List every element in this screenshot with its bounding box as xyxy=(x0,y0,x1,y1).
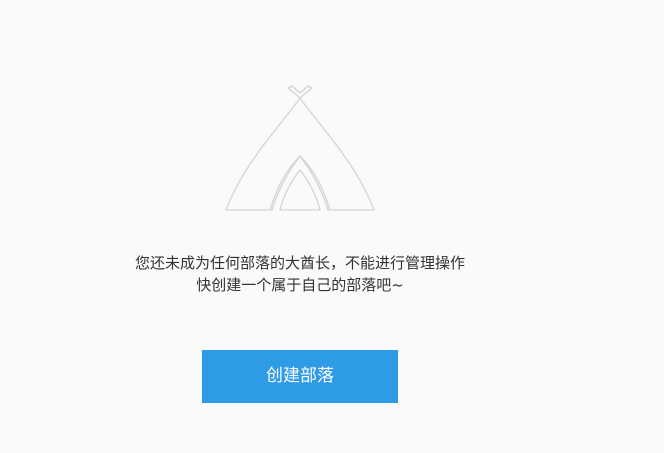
create-tribe-button[interactable]: 创建部落 xyxy=(202,350,398,403)
tent-icon xyxy=(225,85,375,211)
message-line-1: 您还未成为任何部落的大酋长，不能进行管理操作 xyxy=(134,254,465,272)
message-line-2: 快创建一个属于自己的部落吧~ xyxy=(196,276,404,294)
empty-state-message: 您还未成为任何部落的大酋长，不能进行管理操作 快创建一个属于自己的部落吧~ xyxy=(80,252,520,296)
empty-state-panel: 您还未成为任何部落的大酋长，不能进行管理操作 快创建一个属于自己的部落吧~ 创建… xyxy=(0,0,664,453)
